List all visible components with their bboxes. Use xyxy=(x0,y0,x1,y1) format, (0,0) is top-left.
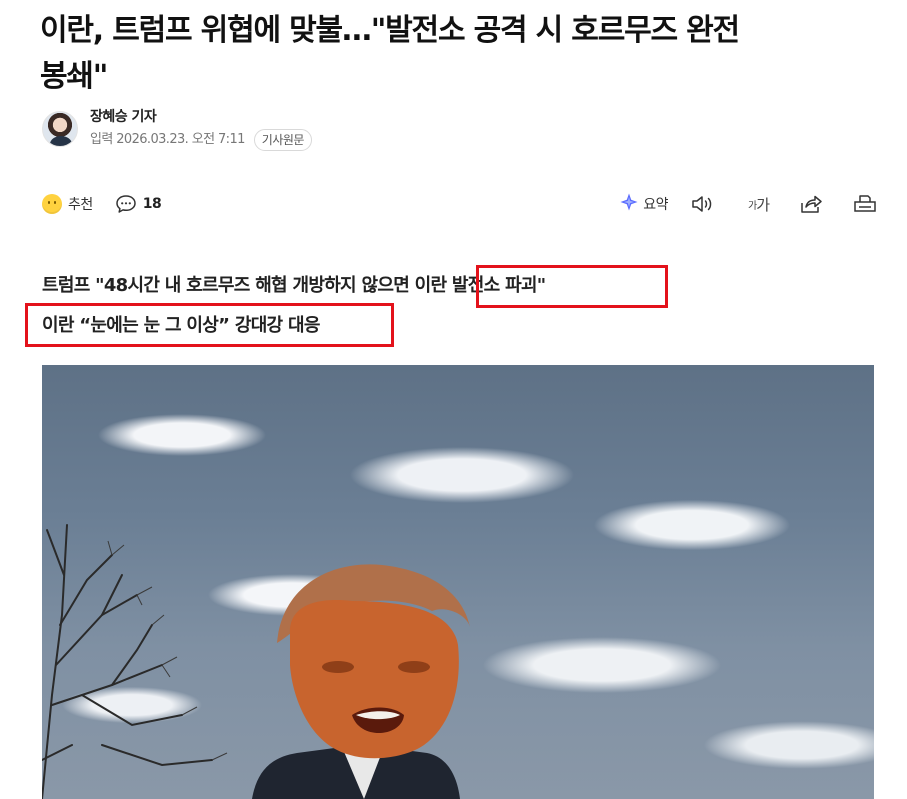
figure-right-eye xyxy=(398,661,430,673)
byline: 장혜승 기자 입력 2026.03.23. 오전 7:11 기사원문 xyxy=(42,108,312,151)
figure-left-eye xyxy=(322,661,354,673)
tree-branches xyxy=(42,524,213,799)
figure-face xyxy=(289,600,459,759)
reporter-name[interactable]: 장혜승 기자 xyxy=(90,108,312,126)
toolbar-left: 추천 18 xyxy=(42,194,162,214)
original-article-button[interactable]: 기사원문 xyxy=(253,128,312,151)
toolbar-right: 요약 가가 xyxy=(619,192,877,216)
article-toolbar: 추천 18 요약 가 가 xyxy=(42,190,877,218)
sparkle-icon xyxy=(619,192,639,216)
article-headline: 이란, 트럼프 위협에 맞불…"발전소 공격 시 호르무즈 완전 봉쇄" xyxy=(40,8,890,100)
published-date: 입력 2026.03.23. 오전 7:11 xyxy=(90,131,245,147)
comments-button[interactable]: 18 xyxy=(115,194,162,214)
font-size-large-glyph: 가 xyxy=(756,195,770,214)
highlight-box xyxy=(476,265,668,308)
share-icon xyxy=(799,194,823,214)
summary-label: 요약 xyxy=(643,197,668,213)
article-photo[interactable] xyxy=(42,365,874,799)
meta-row: 입력 2026.03.23. 오전 7:11 기사원문 xyxy=(90,128,312,151)
smile-icon xyxy=(42,194,62,214)
recommend-label: 추천 xyxy=(68,197,93,213)
font-size-small-glyph: 가 xyxy=(747,200,757,212)
headline-line-2: 봉쇄" xyxy=(40,59,108,94)
tree-twigs xyxy=(107,540,228,761)
font-size-button[interactable]: 가가 xyxy=(747,194,770,215)
reporter-avatar[interactable] xyxy=(42,111,78,147)
subhead-line-1-part-1: 트럼프 "48시간 내 호르무즈 해협 개방하지 않으면 xyxy=(42,275,415,296)
subhead-line-1: 트럼프 "48시간 내 호르무즈 해협 개방하지 않으면 이란 발전소 파괴" xyxy=(42,270,546,302)
audio-button[interactable] xyxy=(690,194,716,214)
byline-text: 장혜승 기자 입력 2026.03.23. 오전 7:11 기사원문 xyxy=(90,108,312,151)
photo-illustration xyxy=(42,524,470,799)
avatar-image xyxy=(43,112,77,146)
print-button[interactable] xyxy=(853,194,877,214)
recommend-button[interactable]: 추천 xyxy=(42,194,93,214)
summary-button[interactable]: 요약 xyxy=(619,192,668,216)
comment-count: 18 xyxy=(142,196,162,212)
speaker-icon xyxy=(690,194,716,214)
speech-bubble-icon xyxy=(115,194,137,214)
headline-line-1: 이란, 트럼프 위협에 맞불…"발전소 공격 시 호르무즈 완전 xyxy=(40,13,740,48)
print-icon xyxy=(853,194,877,214)
highlight-box xyxy=(25,303,394,347)
share-button[interactable] xyxy=(799,194,823,214)
article-page: 이란, 트럼프 위협에 맞불…"발전소 공격 시 호르무즈 완전 봉쇄" 장혜승… xyxy=(0,0,907,799)
